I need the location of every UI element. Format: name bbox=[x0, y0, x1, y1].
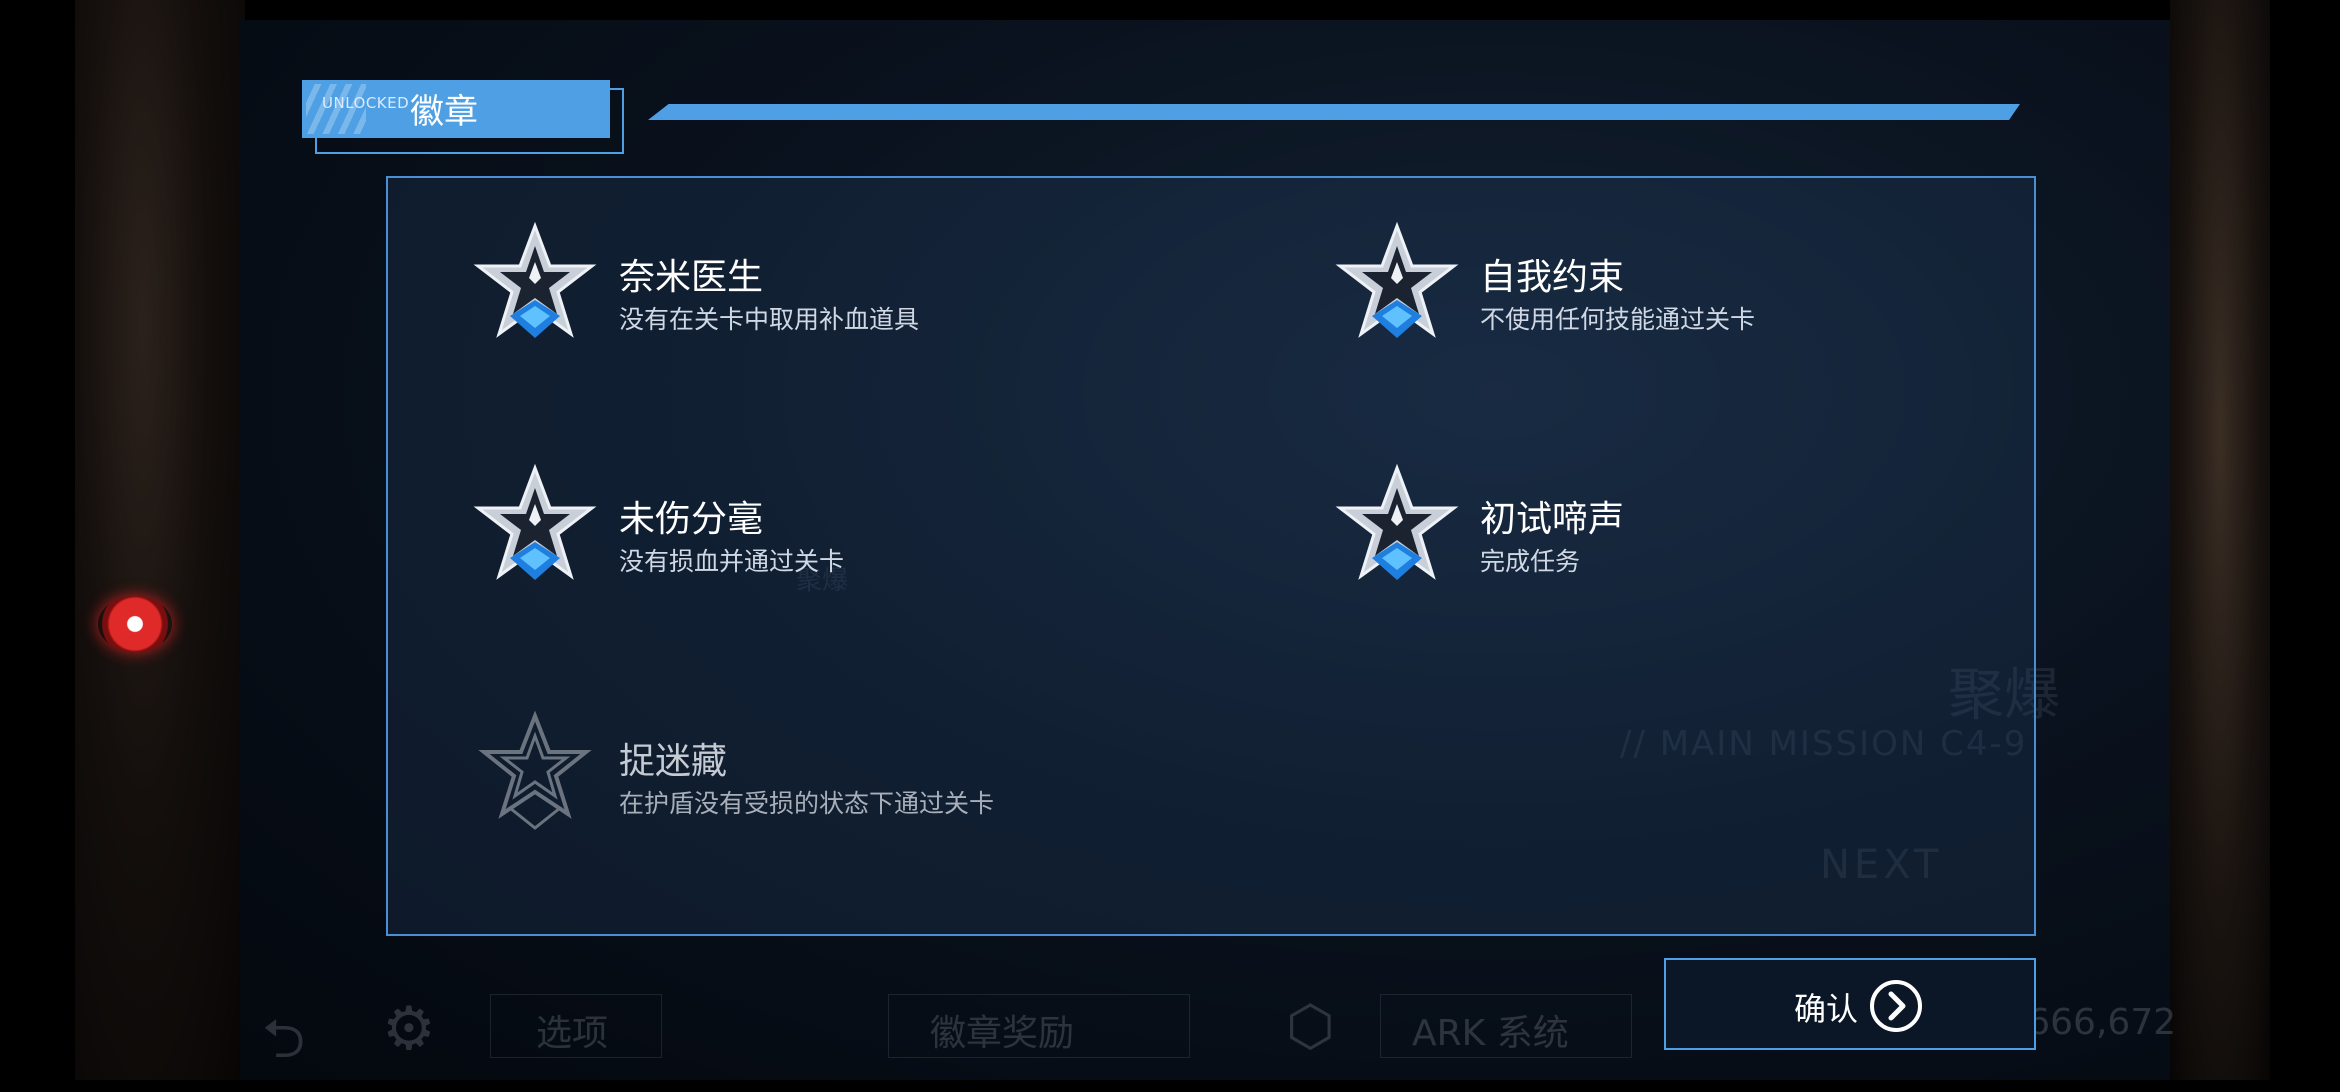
badge-desc: 不使用任何技能通过关卡 bbox=[1480, 305, 1756, 334]
badge-desc: 没有损血并通过关卡 bbox=[619, 547, 845, 576]
badge-name: 初试啼声 bbox=[1480, 499, 1625, 540]
star-badge-icon bbox=[1332, 462, 1462, 592]
badge-name: 未伤分毫 bbox=[619, 499, 764, 540]
badge-name: 奈米医生 bbox=[619, 257, 764, 298]
confirm-label: 确认 bbox=[1794, 990, 1859, 1028]
badge-name: 捉迷藏 bbox=[619, 741, 728, 782]
badge-desc: 在护盾没有受损的状态下通过关卡 bbox=[619, 789, 995, 818]
header-unlocked-label: UNLOCKED bbox=[322, 94, 410, 112]
star-badge-icon bbox=[470, 462, 600, 592]
header-bar bbox=[648, 104, 2020, 120]
badge-desc: 没有在关卡中取用补血道具 bbox=[619, 305, 920, 334]
star-badge-icon bbox=[470, 220, 600, 350]
badge-desc: 完成任务 bbox=[1480, 547, 1581, 576]
dialog-title: 徽章 bbox=[410, 92, 478, 132]
star-badge-icon bbox=[1332, 220, 1462, 350]
chevron-right-circle-icon bbox=[1868, 978, 1924, 1034]
badge-name: 自我约束 bbox=[1480, 257, 1625, 298]
record-button[interactable] bbox=[98, 596, 172, 652]
locked-badge-icon bbox=[470, 708, 600, 838]
